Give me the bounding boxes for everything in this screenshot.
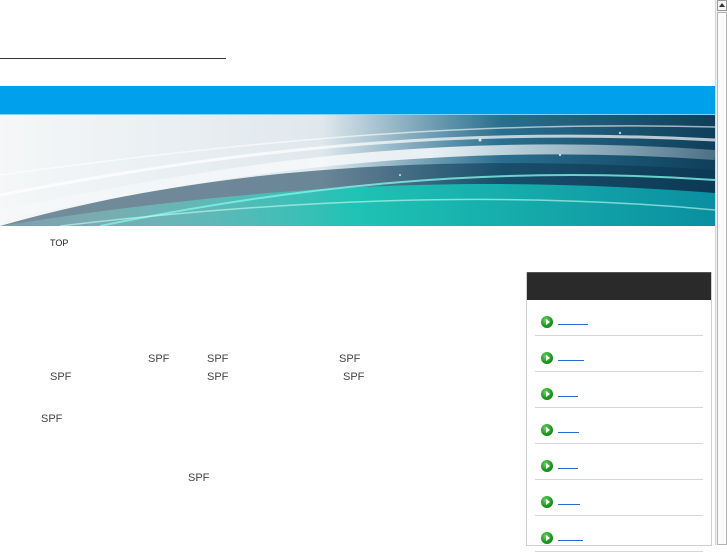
- green-play-circle-icon: [541, 532, 553, 544]
- sidebar-menu: [527, 300, 711, 552]
- hero-banner: [0, 115, 715, 226]
- green-play-circle-icon: [541, 424, 553, 436]
- global-nav-bar: [0, 86, 715, 115]
- sidebar-link[interactable]: [558, 428, 579, 433]
- scroll-up-arrow-icon[interactable]: [717, 0, 727, 11]
- green-play-circle-icon: [541, 388, 553, 400]
- sidebar-link[interactable]: [558, 392, 578, 397]
- main-content: SPF SPF SPF SPF SPF SPF SPF SPF: [0, 350, 500, 510]
- spf-text: SPF: [50, 371, 72, 383]
- green-play-circle-icon: [541, 352, 553, 364]
- sidebar-item[interactable]: [535, 336, 703, 372]
- spf-text: SPF: [207, 371, 229, 383]
- banner-graphic: [0, 115, 715, 226]
- green-play-circle-icon: [541, 316, 553, 328]
- sidebar-item[interactable]: [535, 516, 703, 552]
- breadcrumb-top-link[interactable]: TOP: [50, 238, 68, 248]
- sidebar-link[interactable]: [558, 464, 578, 469]
- sidebar-item[interactable]: [535, 444, 703, 480]
- scrollbar-thumb[interactable]: [717, 12, 727, 545]
- sidebar-header: [527, 272, 711, 300]
- sidebar-item[interactable]: [535, 480, 703, 516]
- spf-text: SPF: [148, 353, 170, 365]
- sidebar-item[interactable]: [535, 372, 703, 408]
- sidebar-item[interactable]: [535, 408, 703, 444]
- sidebar: [526, 272, 712, 552]
- sidebar-link[interactable]: [558, 500, 580, 505]
- sidebar-link[interactable]: [558, 320, 588, 325]
- vertical-scrollbar[interactable]: [715, 0, 727, 545]
- green-play-circle-icon: [541, 496, 553, 508]
- spf-text: SPF: [339, 353, 361, 365]
- sidebar-link[interactable]: [558, 536, 583, 541]
- sidebar-link[interactable]: [558, 356, 584, 361]
- spf-text: SPF: [343, 371, 365, 383]
- spf-text: SPF: [41, 413, 63, 425]
- green-play-circle-icon: [541, 460, 553, 472]
- header-divider: [0, 58, 226, 59]
- spf-text: SPF: [207, 353, 229, 365]
- sidebar-item[interactable]: [535, 300, 703, 336]
- spf-text: SPF: [188, 472, 210, 484]
- page: TOP SPF SPF SPF SPF SPF SPF SPF SPF: [0, 0, 715, 552]
